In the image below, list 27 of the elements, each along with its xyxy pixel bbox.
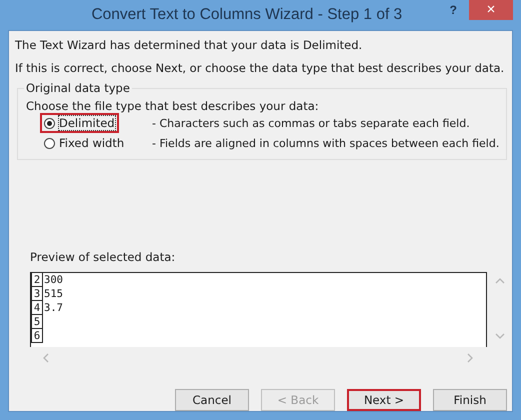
dialog-button[interactable]: Next > xyxy=(347,389,421,411)
scroll-right-icon[interactable] xyxy=(467,353,473,363)
preview-value: 300 xyxy=(43,273,63,287)
row-number: 6 xyxy=(31,329,43,343)
preview-value: 3.7 xyxy=(43,301,63,315)
row-number: 5 xyxy=(31,315,43,329)
option-description: - Characters such as commas or tabs separate each field. xyxy=(152,116,470,130)
row-number: 2 xyxy=(31,273,43,287)
preview-label: Preview of selected data: xyxy=(30,250,176,264)
option-description: - Fields are aligned in columns with spaces between each field. xyxy=(152,136,500,150)
radio-option[interactable]: Delimited xyxy=(40,113,119,133)
scroll-up-icon[interactable] xyxy=(495,278,505,284)
intro-text: The Text Wizard has determined that your data is Delimited. xyxy=(15,38,364,52)
dialog-button[interactable]: Finish xyxy=(433,389,507,411)
preview-value: 515 xyxy=(43,287,63,301)
row-number: 3 xyxy=(31,287,43,301)
row-number: 4 xyxy=(31,301,43,315)
prompt-text: Choose the file type that best describes your data: xyxy=(26,99,320,113)
scroll-down-icon[interactable] xyxy=(495,333,505,339)
radio-option[interactable]: Fixed width xyxy=(40,133,128,153)
help-button[interactable]: ? xyxy=(446,3,461,17)
close-button[interactable]: × xyxy=(469,0,513,20)
scroll-left-icon[interactable] xyxy=(43,353,49,363)
dialog-button[interactable]: Cancel xyxy=(175,389,249,411)
group-title: Original data type xyxy=(25,81,131,95)
window-title: Convert Text to Columns Wizard - Step 1 of 3 xyxy=(90,6,404,24)
intro-text: If this is correct, choose Next, or choose the data type that best describes your data. xyxy=(15,61,506,75)
